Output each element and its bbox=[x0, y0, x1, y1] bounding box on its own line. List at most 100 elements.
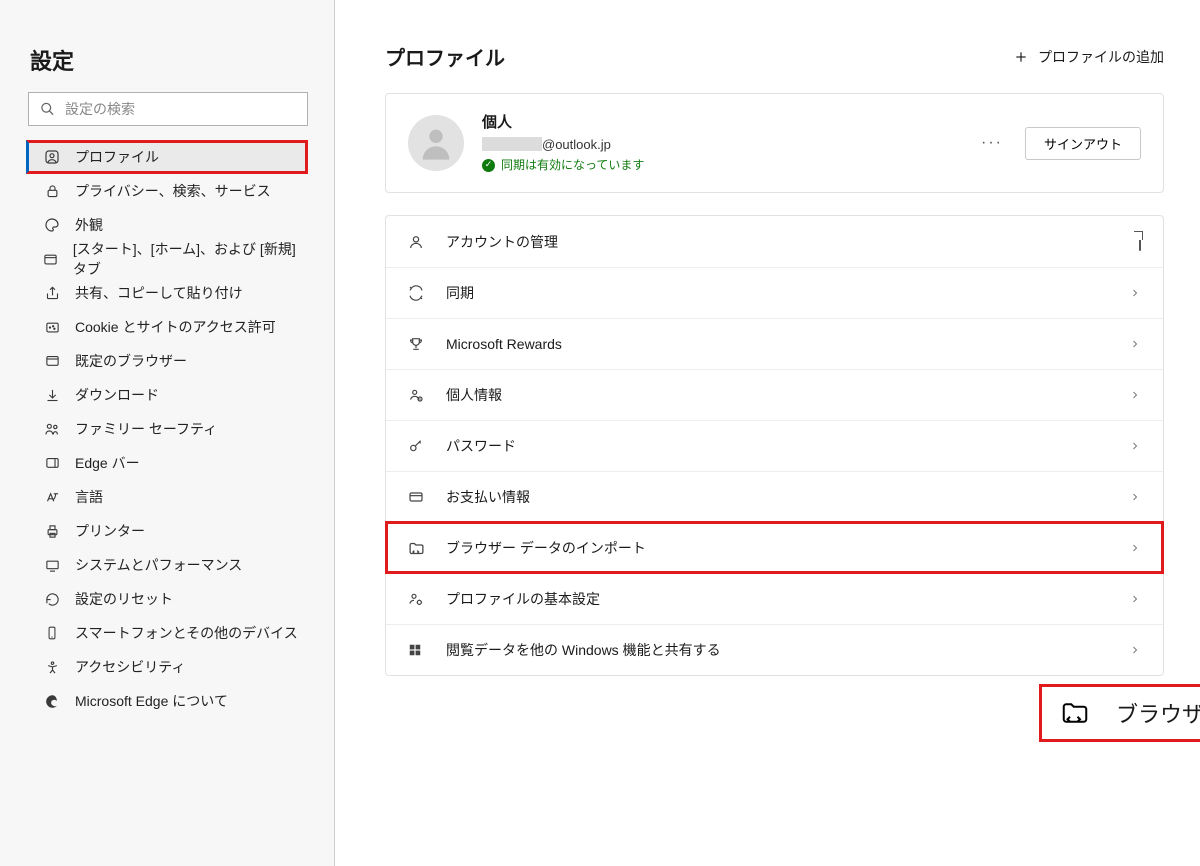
row-label: ブラウザー データのインポート bbox=[446, 538, 1109, 558]
sidebar-item-start[interactable]: [スタート]、[ホーム]、および [新規] タブ bbox=[26, 242, 308, 276]
profile-name: 個人 bbox=[482, 112, 959, 135]
profile-card: 個人 @outlook.jp ✓ 同期は有効になっています ··· サインアウト bbox=[385, 93, 1164, 193]
windows-icon bbox=[408, 643, 426, 657]
row-share-data[interactable]: 閲覧データを他の Windows 機能と共有する bbox=[386, 624, 1163, 675]
settings-sidebar: 設定 プロファイル プライバシー、検索、サービス 外観 [スタート]、[ホーム]… bbox=[0, 0, 335, 866]
download-icon bbox=[43, 388, 61, 403]
tab-icon bbox=[43, 252, 59, 267]
chevron-right-icon bbox=[1129, 338, 1141, 350]
sidebar-item-downloads[interactable]: ダウンロード bbox=[26, 378, 308, 412]
row-import-data[interactable]: ブラウザー データのインポート bbox=[386, 522, 1163, 573]
row-manage-account[interactable]: アカウントの管理 bbox=[386, 216, 1163, 267]
edge-icon bbox=[43, 694, 61, 709]
email-suffix: @outlook.jp bbox=[542, 135, 611, 155]
more-button[interactable]: ··· bbox=[977, 130, 1007, 156]
annotation-callout: ブラウザー データのインポート bbox=[1039, 684, 1200, 742]
sidebar-item-reset[interactable]: 設定のリセット bbox=[26, 582, 308, 616]
sidebar-item-default-browser[interactable]: 既定のブラウザー bbox=[26, 344, 308, 378]
import-icon bbox=[408, 540, 426, 557]
sidebar-item-label: ダウンロード bbox=[75, 385, 159, 405]
gear-person-icon bbox=[408, 591, 426, 607]
sidebar-item-label: スマートフォンとその他のデバイス bbox=[75, 623, 298, 643]
add-profile-button[interactable]: プロファイルの追加 bbox=[1014, 47, 1164, 67]
cookie-icon bbox=[43, 320, 61, 335]
sidebar-item-label: アクセシビリティ bbox=[75, 657, 185, 677]
row-sync[interactable]: 同期 bbox=[386, 267, 1163, 318]
check-icon: ✓ bbox=[482, 159, 495, 172]
avatar bbox=[408, 115, 464, 171]
browser-icon bbox=[43, 354, 61, 369]
sidebar-item-label: 言語 bbox=[75, 487, 103, 507]
sidebar-item-label: 外観 bbox=[75, 215, 103, 235]
accessibility-icon bbox=[43, 660, 61, 675]
sidebar-item-edgebar[interactable]: Edge バー bbox=[26, 446, 308, 480]
profile-actions: ··· サインアウト bbox=[977, 127, 1141, 160]
sidebar-item-phone[interactable]: スマートフォンとその他のデバイス bbox=[26, 616, 308, 650]
lock-icon bbox=[43, 184, 61, 199]
sidebar-item-language[interactable]: 言語 bbox=[26, 480, 308, 514]
language-icon bbox=[43, 490, 61, 505]
sidebar-item-system[interactable]: システムとパフォーマンス bbox=[26, 548, 308, 582]
palette-icon bbox=[43, 217, 61, 233]
sidebar-item-family[interactable]: ファミリー セーフティ bbox=[26, 412, 308, 446]
row-rewards[interactable]: Microsoft Rewards bbox=[386, 318, 1163, 369]
main-content: プロファイル プロファイルの追加 個人 @outlook.jp ✓ 同期は有効に… bbox=[335, 0, 1200, 866]
chevron-right-icon bbox=[1129, 287, 1141, 299]
sidebar-item-label: プリンター bbox=[75, 521, 145, 541]
signout-button[interactable]: サインアウト bbox=[1025, 127, 1141, 160]
trophy-icon bbox=[408, 336, 426, 352]
external-icon bbox=[1139, 234, 1141, 250]
sidebar-item-accessibility[interactable]: アクセシビリティ bbox=[26, 650, 308, 684]
chevron-right-icon bbox=[1129, 440, 1141, 452]
settings-search bbox=[28, 92, 308, 126]
sidebar-item-label: Microsoft Edge について bbox=[75, 691, 228, 711]
sync-icon bbox=[408, 285, 426, 301]
sidebar-item-share[interactable]: 共有、コピーして貼り付け bbox=[26, 276, 308, 310]
settings-nav: プロファイル プライバシー、検索、サービス 外観 [スタート]、[ホーム]、およ… bbox=[28, 140, 308, 718]
sidebar-item-cookies[interactable]: Cookie とサイトのアクセス許可 bbox=[26, 310, 308, 344]
settings-title: 設定 bbox=[30, 44, 308, 76]
sidebar-item-label: ファミリー セーフティ bbox=[75, 419, 217, 439]
sidebar-item-about[interactable]: Microsoft Edge について bbox=[26, 684, 308, 718]
sidebar-item-label: 共有、コピーして貼り付け bbox=[75, 283, 243, 303]
id-icon bbox=[408, 387, 426, 403]
row-label: 同期 bbox=[446, 283, 1109, 303]
sidebar-item-label: Cookie とサイトのアクセス許可 bbox=[75, 317, 276, 337]
family-icon bbox=[43, 421, 61, 437]
profile-email: @outlook.jp bbox=[482, 135, 959, 155]
person-icon bbox=[408, 234, 426, 250]
row-label: アカウントの管理 bbox=[446, 232, 1119, 252]
share-icon bbox=[43, 286, 61, 301]
search-icon bbox=[40, 102, 55, 117]
sync-status-label: 同期は有効になっています bbox=[501, 156, 644, 174]
row-label: お支払い情報 bbox=[446, 487, 1109, 507]
reset-icon bbox=[43, 592, 61, 607]
system-icon bbox=[43, 558, 61, 573]
sidebar-item-label: Edge バー bbox=[75, 453, 140, 473]
sidebar-item-label: プロファイル bbox=[75, 147, 159, 167]
sidebar-item-privacy[interactable]: プライバシー、検索、サービス bbox=[26, 174, 308, 208]
row-label: パスワード bbox=[446, 436, 1109, 456]
sidebar-item-appearance[interactable]: 外観 bbox=[26, 208, 308, 242]
sidebar-item-printer[interactable]: プリンター bbox=[26, 514, 308, 548]
edgebar-icon bbox=[43, 456, 61, 471]
chevron-right-icon bbox=[1129, 593, 1141, 605]
row-personal-info[interactable]: 個人情報 bbox=[386, 369, 1163, 420]
main-header: プロファイル プロファイルの追加 bbox=[385, 42, 1164, 71]
chevron-right-icon bbox=[1129, 491, 1141, 503]
row-label: Microsoft Rewards bbox=[446, 336, 1109, 352]
sidebar-item-label: 設定のリセット bbox=[75, 589, 173, 609]
row-label: 個人情報 bbox=[446, 385, 1109, 405]
profile-icon bbox=[43, 149, 61, 165]
row-profile-preferences[interactable]: プロファイルの基本設定 bbox=[386, 573, 1163, 624]
row-payment[interactable]: お支払い情報 bbox=[386, 471, 1163, 522]
row-passwords[interactable]: パスワード bbox=[386, 420, 1163, 471]
sync-status: ✓ 同期は有効になっています bbox=[482, 156, 959, 174]
sidebar-item-label: システムとパフォーマンス bbox=[75, 555, 242, 575]
chevron-right-icon bbox=[1129, 389, 1141, 401]
sidebar-item-profile[interactable]: プロファイル bbox=[26, 140, 308, 174]
profile-info: 個人 @outlook.jp ✓ 同期は有効になっています bbox=[482, 112, 959, 174]
search-input[interactable] bbox=[28, 92, 308, 126]
plus-icon bbox=[1014, 50, 1028, 64]
printer-icon bbox=[43, 524, 61, 539]
